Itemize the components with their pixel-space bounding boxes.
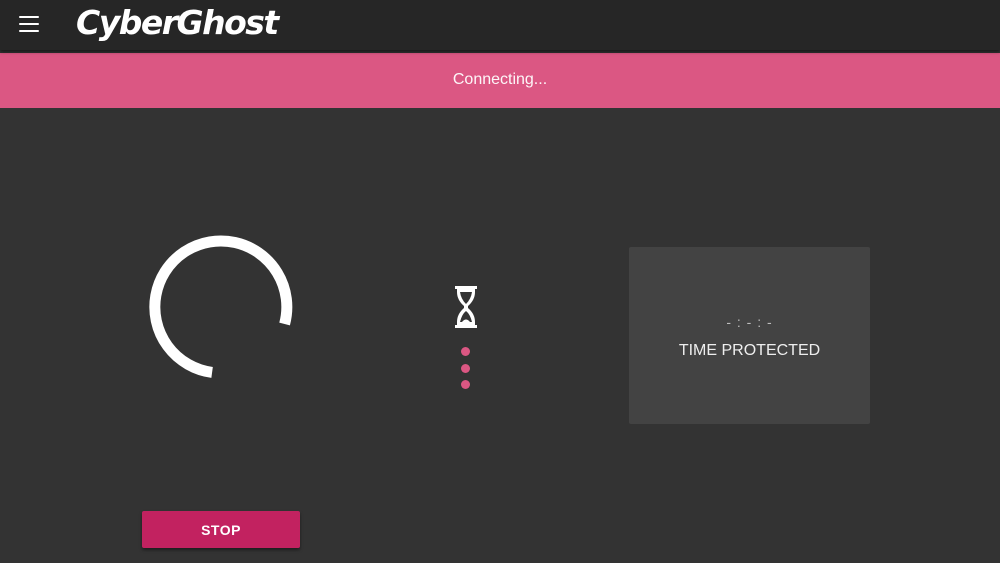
- menu-line: [19, 23, 39, 25]
- progress-dot: [461, 364, 470, 373]
- time-protected-label: TIME PROTECTED: [678, 342, 821, 359]
- loading-spinner-icon: [149, 235, 293, 378]
- top-bar: CyberGhost: [0, 0, 1000, 50]
- menu-line: [19, 30, 39, 32]
- connection-status-text: Connecting...: [452, 71, 548, 88]
- hourglass-icon: [455, 286, 477, 328]
- time-protected-panel: - : - : - TIME PROTECTED: [629, 247, 870, 424]
- progress-dots: [461, 347, 471, 391]
- progress-dot: [461, 347, 470, 356]
- app-logo: CyberGhost: [76, 3, 279, 42]
- menu-line: [19, 16, 39, 18]
- stop-button[interactable]: STOP: [142, 511, 300, 548]
- status-banner: Connecting...: [0, 53, 1000, 108]
- app-window: CyberGhost Connecting... - : - : - TIME …: [0, 0, 1000, 563]
- time-protected-value: - : - : -: [726, 314, 773, 330]
- hamburger-menu-icon[interactable]: [19, 16, 39, 32]
- progress-dot: [461, 380, 470, 389]
